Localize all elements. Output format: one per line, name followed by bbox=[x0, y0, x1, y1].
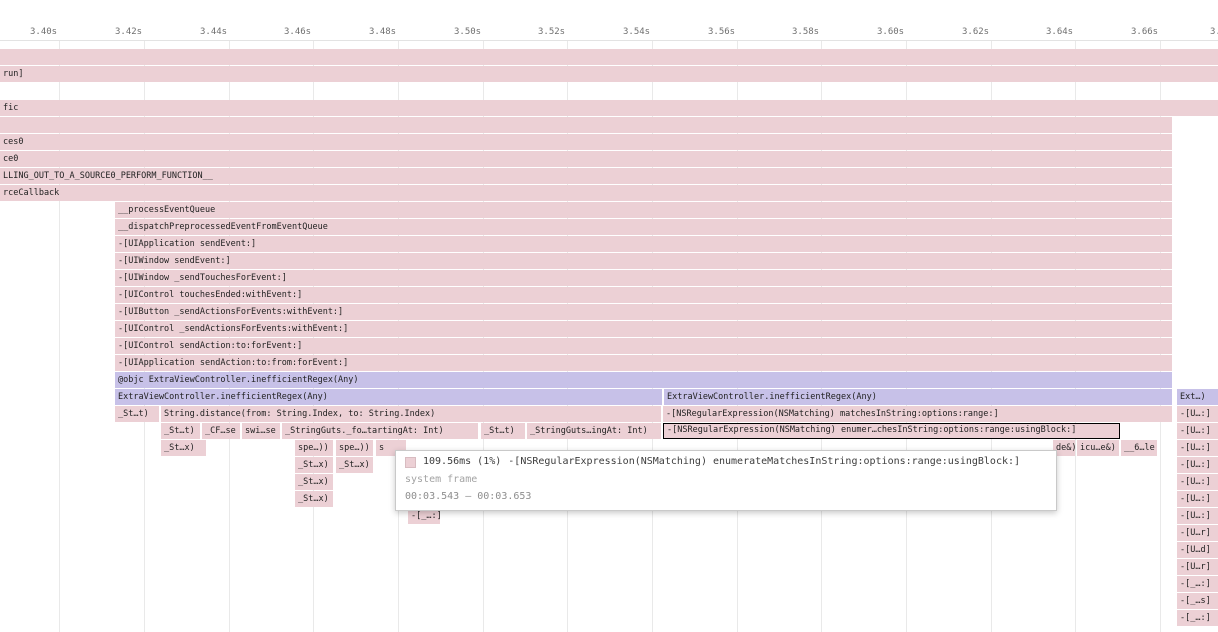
flame-bar[interactable]: Ext…) bbox=[1177, 389, 1218, 405]
flame-bar[interactable]: _CF…se bbox=[202, 423, 240, 439]
flame-bar[interactable]: -[U…:] bbox=[1177, 474, 1218, 490]
flame-bar[interactable]: __6…le bbox=[1121, 440, 1157, 456]
flame-bar[interactable]: -[U…:] bbox=[1177, 457, 1218, 473]
ruler-time-label: 3.44s bbox=[200, 27, 227, 37]
flame-bar[interactable] bbox=[0, 49, 1218, 65]
flame-bar[interactable]: ExtraViewController.inefficientRegex(Any… bbox=[115, 389, 662, 405]
flame-chart-view: run] fic ces0ce0LLING_OUT_TO_A_SOURCE0_PER… bbox=[0, 0, 1218, 632]
flame-bar[interactable]: _St…t) bbox=[161, 423, 200, 439]
tooltip-time-range: 00:03.543 — 00:03.653 bbox=[405, 491, 1046, 503]
ruler-time-label: 3.58s bbox=[792, 27, 819, 37]
flame-bar[interactable]: __dispatchPreprocessedEventFromEventQueu… bbox=[115, 219, 1172, 235]
flame-bar[interactable]: -[UIControl sendAction:to:forEvent:] bbox=[115, 338, 1172, 354]
tooltip-title-row: 109.56ms (1%) -[NSRegularExpression(NSMa… bbox=[405, 456, 1046, 468]
flame-bar-selected[interactable]: -[NSRegularExpression(NSMatching) enumer… bbox=[663, 423, 1120, 439]
flame-bar[interactable]: spe…)) bbox=[295, 440, 333, 456]
flame-bar[interactable]: -[U…:] bbox=[1177, 440, 1218, 456]
flame-bar[interactable]: @objc ExtraViewController.inefficientReg… bbox=[115, 372, 1172, 388]
flame-bar[interactable]: -[UIControl touchesEnded:withEvent:] bbox=[115, 287, 1172, 303]
tooltip-frame-kind: system frame bbox=[405, 474, 1046, 486]
flame-bar[interactable]: -[_…s] bbox=[1177, 593, 1218, 609]
flame-bar[interactable]: __processEventQueue bbox=[115, 202, 1172, 218]
flame-bar[interactable]: -[NSRegularExpression(NSMatching) matche… bbox=[663, 406, 1172, 422]
ruler-time-label: 3.50s bbox=[454, 27, 481, 37]
ruler-time-label: 3.56s bbox=[708, 27, 735, 37]
flame-bar[interactable]: -[U…r] bbox=[1177, 525, 1218, 541]
flame-bar[interactable]: _StringGuts._fo…tartingAt: Int) bbox=[282, 423, 478, 439]
tooltip-symbol: -[NSRegularExpression(NSMatching) enumer… bbox=[508, 456, 1020, 468]
flame-bar[interactable]: swi…se bbox=[242, 423, 280, 439]
flame-bar[interactable]: -[U…d] bbox=[1177, 542, 1218, 558]
flame-bar[interactable]: -[U…:] bbox=[1177, 508, 1218, 524]
flame-bar[interactable]: _St…t) bbox=[481, 423, 525, 439]
flame-bar[interactable]: ExtraViewController.inefficientRegex(Any… bbox=[664, 389, 1172, 405]
flame-bar[interactable]: -[_…:] bbox=[1177, 576, 1218, 592]
ruler-time-label: 3.60s bbox=[877, 27, 904, 37]
flame-bar[interactable]: run] bbox=[0, 66, 1218, 82]
ruler-time-label: 3.46s bbox=[284, 27, 311, 37]
flame-bar[interactable]: -[U…r] bbox=[1177, 559, 1218, 575]
flame-bar[interactable]: _St…t) bbox=[115, 406, 159, 422]
flame-bar[interactable]: spe…)) bbox=[336, 440, 373, 456]
ruler-time-label: 3.54s bbox=[623, 27, 650, 37]
flame-bar[interactable] bbox=[0, 117, 1172, 133]
flame-bar[interactable]: -[UIWindow _sendTouchesForEvent:] bbox=[115, 270, 1172, 286]
flame-bar[interactable]: icu…e&) bbox=[1077, 440, 1119, 456]
flame-bar[interactable]: -[U…:] bbox=[1177, 491, 1218, 507]
flame-bar[interactable]: -[UIControl _sendActionsForEvents:withEv… bbox=[115, 321, 1172, 337]
flame-bar[interactable]: String.distance(from: String.Index, to: … bbox=[161, 406, 661, 422]
ruler-time-label: 3.64s bbox=[1046, 27, 1073, 37]
hover-tooltip: 109.56ms (1%) -[NSRegularExpression(NSMa… bbox=[395, 450, 1057, 511]
flame-bar[interactable]: -[UIButton _sendActionsForEvents:withEve… bbox=[115, 304, 1172, 320]
ruler-time-label: 3.62s bbox=[962, 27, 989, 37]
flame-bar[interactable]: _St…x) bbox=[295, 491, 333, 507]
ruler-time-label: 3.52s bbox=[538, 27, 565, 37]
flame-bar[interactable]: _St…x) bbox=[295, 474, 333, 490]
flame-bar[interactable]: _StringGuts…ingAt: Int) bbox=[527, 423, 661, 439]
flame-bar[interactable]: _St…x) bbox=[336, 457, 373, 473]
ruler-time-label: 3.66s bbox=[1131, 27, 1158, 37]
ruler-time-label: 3. bbox=[1210, 27, 1218, 37]
flame-bar[interactable]: -[UIApplication sendAction:to:from:forEv… bbox=[115, 355, 1172, 371]
flame-bar[interactable]: LLING_OUT_TO_A_SOURCE0_PERFORM_FUNCTION_… bbox=[0, 168, 1172, 184]
flame-bar[interactable]: -[UIApplication sendEvent:] bbox=[115, 236, 1172, 252]
flame-bar[interactable]: rceCallback bbox=[0, 185, 1172, 201]
flame-bar[interactable]: -[_…:] bbox=[1177, 610, 1218, 626]
flame-bar[interactable]: -[U…:] bbox=[1177, 423, 1218, 439]
flame-bar[interactable]: fic bbox=[0, 100, 1218, 116]
ruler-time-label: 3.42s bbox=[115, 27, 142, 37]
ruler-time-label: 3.40s bbox=[30, 27, 57, 37]
flame-bar[interactable]: _St…x) bbox=[161, 440, 206, 456]
flame-rows: run] fic ces0ce0LLING_OUT_TO_A_SOURCE0_PER… bbox=[0, 0, 1218, 632]
tooltip-duration: 109.56ms (1%) bbox=[423, 456, 501, 468]
ruler-time-label: 3.48s bbox=[369, 27, 396, 37]
timeline-ruler[interactable]: 3.40s 3.42s 3.44s 3.46s 3.48s 3.50s 3.52s 3.54s… bbox=[0, 0, 1218, 41]
flame-bar[interactable]: -[UIWindow sendEvent:] bbox=[115, 253, 1172, 269]
flame-bar[interactable]: ces0 bbox=[0, 134, 1172, 150]
tooltip-color-swatch bbox=[405, 457, 416, 468]
flame-bar[interactable]: ce0 bbox=[0, 151, 1172, 167]
flame-bar[interactable]: _St…x) bbox=[295, 457, 333, 473]
flame-bar[interactable]: -[U…:] bbox=[1177, 406, 1218, 422]
